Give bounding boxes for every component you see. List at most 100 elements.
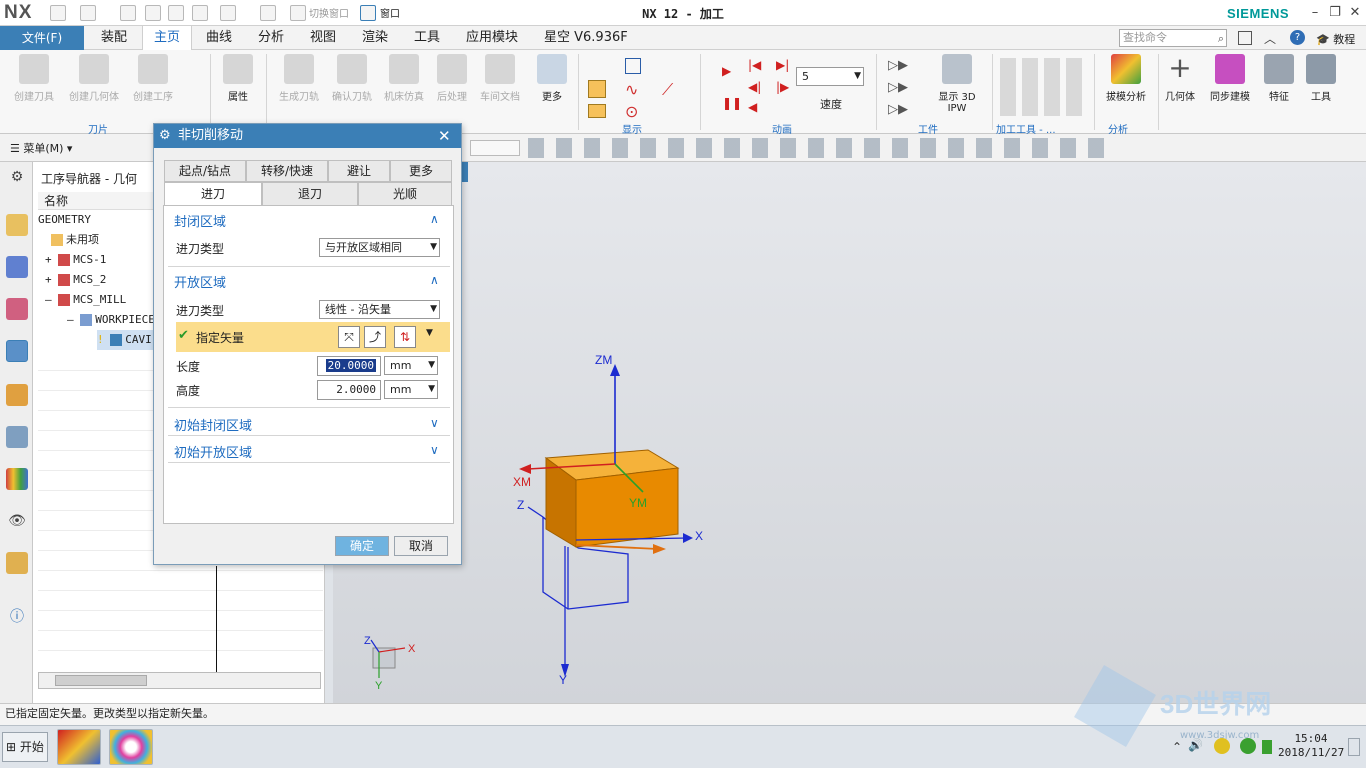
tab-home[interactable]: 主页 — [142, 26, 192, 51]
reverse-direction-icon[interactable]: ⤧ — [338, 326, 360, 348]
machine-navigator-icon[interactable] — [6, 384, 28, 406]
prev-icon[interactable]: ◀| — [748, 80, 761, 94]
tab-transfer-rapid[interactable]: 转移/快速 — [246, 160, 328, 182]
close-icon[interactable]: ✕ — [438, 124, 451, 148]
selection-tools-icons[interactable] — [528, 138, 1108, 158]
tab-application[interactable]: 应用模块 — [466, 26, 518, 50]
pause-icon[interactable]: ❚❚ — [722, 96, 742, 110]
horizontal-scrollbar[interactable] — [38, 672, 321, 689]
tab-more[interactable]: 更多 — [390, 160, 452, 182]
curve-icon[interactable]: ∿ — [625, 80, 638, 99]
info-icon[interactable]: ⓘ — [6, 606, 28, 628]
machine-sim-button[interactable]: 机床仿真 — [380, 54, 428, 103]
tab-render[interactable]: 渲染 — [362, 26, 388, 50]
show-3d-ipw-button[interactable]: 显示 3D IPW — [934, 54, 980, 114]
tab-file[interactable]: 文件(F) — [0, 26, 84, 50]
next-icon[interactable]: |▶ — [776, 80, 789, 94]
tab-view[interactable]: 视图 — [310, 26, 336, 50]
volume-icon[interactable]: 🔊 — [1188, 738, 1203, 752]
initial-open-section[interactable]: 初始开放区域 — [174, 442, 252, 461]
collapse-ribbon-icon[interactable]: ︿ — [1264, 30, 1276, 47]
close-button[interactable]: ✕ — [1346, 4, 1364, 22]
shop-doc-button[interactable]: 车间文档 — [476, 54, 524, 103]
roles-icon[interactable] — [6, 552, 28, 574]
tray-up-arrow-icon[interactable]: ⌃ — [1172, 740, 1182, 754]
tab-start-drill[interactable]: 起点/钻点 — [164, 160, 246, 182]
tools-button[interactable]: 工具 — [1304, 54, 1338, 103]
tab-assembly[interactable]: 装配 — [101, 26, 127, 50]
tree-row-mcs-mill[interactable]: – MCS_MILL — [45, 290, 126, 310]
length-unit-select[interactable]: mm ▼ — [384, 356, 438, 375]
show-desktop-button[interactable] — [1348, 738, 1360, 756]
scrollbar-thumb[interactable] — [55, 675, 147, 686]
postprocess-button[interactable]: 后处理 — [432, 54, 472, 103]
tab-smoothing[interactable]: 光顺 — [358, 182, 452, 206]
create-operation-button[interactable]: 创建工序 — [128, 54, 178, 103]
gear-icon[interactable]: ⚙ — [159, 124, 171, 148]
ok-button[interactable]: 确定 — [335, 536, 389, 556]
assembly-navigator-icon[interactable] — [6, 214, 28, 236]
shield-icon[interactable] — [1262, 740, 1272, 754]
tree-row-workpiece[interactable]: – WORKPIECE — [67, 310, 155, 330]
tab-curve[interactable]: 曲线 — [206, 26, 232, 50]
open-area-section[interactable]: 开放区域 — [174, 272, 226, 291]
cancel-button[interactable]: 取消 — [394, 536, 448, 556]
height-input[interactable]: 2.0000 — [317, 380, 381, 400]
machining-tools-icons[interactable] — [1000, 58, 1082, 116]
create-tool-button[interactable]: 创建刀具 — [8, 54, 60, 103]
display-tool-icon[interactable] — [588, 80, 606, 98]
closed-area-section[interactable]: 封闭区域 — [174, 211, 226, 230]
display-tool-icon[interactable] — [588, 104, 606, 118]
play-icon[interactable]: ▶ — [722, 64, 731, 78]
tab-tools[interactable]: 工具 — [414, 26, 440, 50]
chevron-up-icon[interactable]: ∧ — [430, 273, 439, 287]
feature-button[interactable]: 特征 — [1262, 54, 1296, 103]
create-geometry-button[interactable]: 创建几何体 — [64, 54, 124, 103]
display-tool-icon[interactable] — [625, 58, 641, 74]
tree-row-geometry[interactable]: GEOMETRY — [38, 210, 91, 230]
tree-row-mcs1[interactable]: + MCS-1 — [45, 250, 106, 270]
chevron-down-icon[interactable]: ∨ — [430, 443, 439, 457]
line-icon[interactable]: ⟋ — [662, 80, 673, 100]
menu-button[interactable]: ☰ 菜单(M) ▾ — [10, 140, 72, 156]
workpiece-icon[interactable]: ▷▶ — [888, 58, 908, 73]
attributes-button[interactable]: 属性 — [218, 54, 258, 103]
graphics-window[interactable]: ZM XM YM X Z Y Z X Y — [333, 162, 1366, 720]
tab-retract[interactable]: 退刀 — [262, 182, 358, 206]
taskbar-app-browser[interactable] — [109, 729, 153, 765]
generate-path-button[interactable]: 生成刀轨 — [274, 54, 324, 103]
network-icon[interactable] — [1240, 738, 1256, 754]
clock[interactable]: 15:04 2018/11/27 — [1278, 732, 1344, 760]
gear-icon[interactable]: ⚙ — [6, 166, 28, 188]
point-icon[interactable]: ⊙ — [625, 102, 638, 121]
taskbar-app-nx[interactable] — [57, 729, 101, 765]
body-button[interactable]: + 几何体 — [1162, 54, 1198, 104]
workpiece-icon[interactable]: ▷▶ — [888, 80, 908, 95]
tab-engage[interactable]: 进刀 — [164, 182, 262, 206]
rewind-icon[interactable]: ◀ — [748, 100, 757, 114]
dialog-title[interactable]: 非切削移动 — [154, 124, 461, 148]
minimize-button[interactable]: – — [1306, 4, 1324, 22]
vector-dialog-icon[interactable]: ⤴ — [364, 326, 386, 348]
tree-row-cavity[interactable]: ! CAVI — [97, 330, 158, 350]
start-button[interactable]: ⊞ 开始 — [2, 732, 48, 762]
height-unit-select[interactable]: mm ▼ — [384, 380, 438, 399]
tray-app-icon[interactable] — [1214, 738, 1230, 754]
chevron-down-icon[interactable]: ∨ — [430, 416, 439, 430]
verify-path-button[interactable]: 确认刀轨 — [328, 54, 376, 103]
closed-engage-type-select[interactable]: 与开放区域相同 ▼ — [319, 238, 440, 257]
speed-select[interactable]: 5 ▼ — [796, 67, 864, 86]
tree-row-unused[interactable]: 未用项 — [51, 230, 99, 250]
reuse-library-icon[interactable] — [6, 426, 28, 448]
tab-analysis[interactable]: 分析 — [258, 26, 284, 50]
workpiece-icon[interactable]: ▷▶ — [888, 102, 908, 117]
step-forward-icon[interactable]: ▶| — [776, 58, 789, 72]
filter-select[interactable] — [470, 140, 520, 156]
help-icon[interactable]: ? — [1290, 30, 1305, 45]
open-engage-type-select[interactable]: 线性 - 沿矢量 ▼ — [319, 300, 440, 319]
eye-icon[interactable]: 👁 — [6, 510, 28, 532]
search-command-input[interactable]: 查找命令 ⌕ — [1119, 29, 1227, 47]
operation-navigator-icon[interactable] — [6, 340, 28, 362]
draft-analysis-button[interactable]: 拔模分析 — [1102, 54, 1150, 103]
initial-closed-section[interactable]: 初始封闭区域 — [174, 415, 252, 434]
